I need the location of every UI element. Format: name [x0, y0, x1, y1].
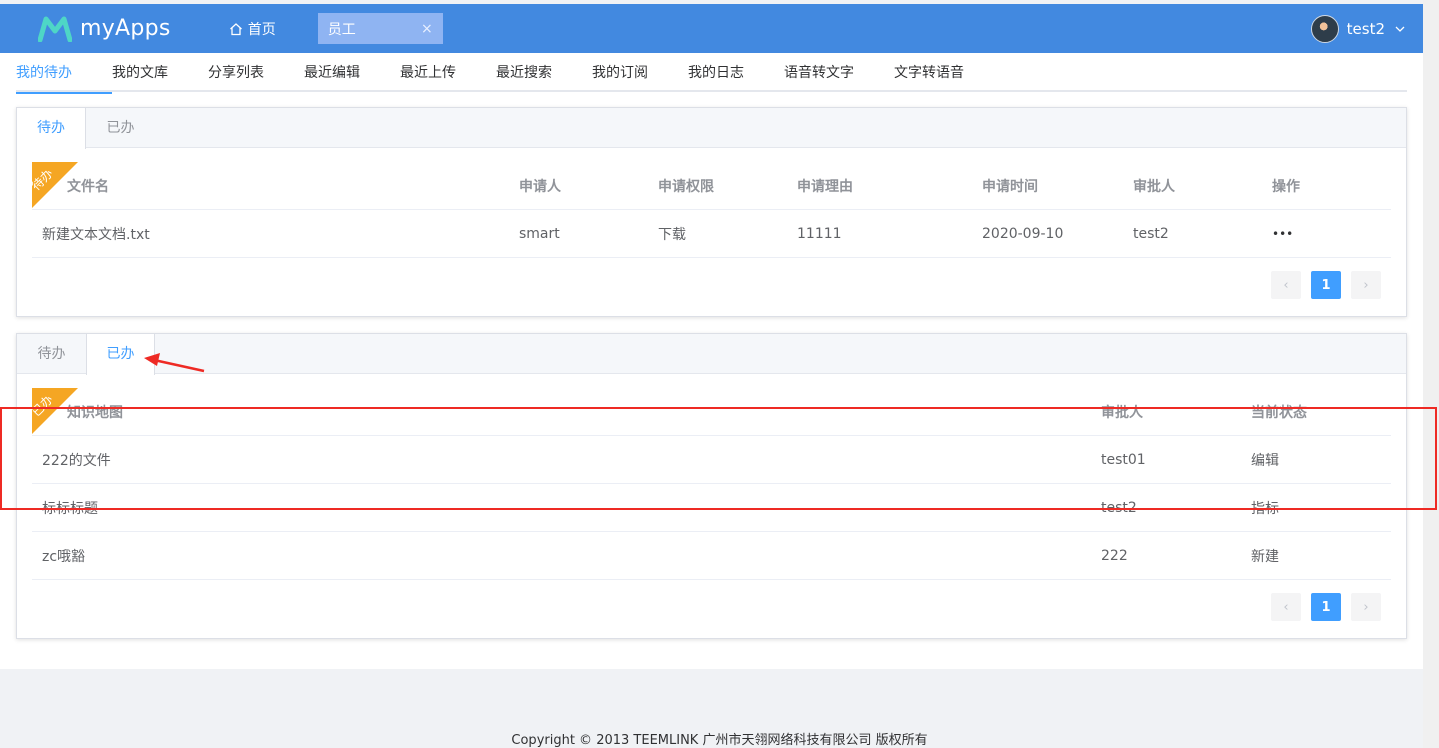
table-row[interactable]: 标标标题 test2 指标 [32, 484, 1391, 532]
app-name: myApps [80, 16, 171, 41]
cell-filename[interactable]: 新建文本文档.txt [32, 224, 509, 244]
user-name: test2 [1346, 19, 1385, 38]
done-card-tabs: 待办 已办 [17, 334, 1406, 375]
table-row[interactable]: 222的文件 test01 编辑 [32, 436, 1391, 484]
pending-ribbon: 待办 [32, 162, 78, 208]
cell-permission: 下载 [658, 226, 686, 243]
col-permission: 申请权限 [658, 178, 714, 195]
logo-m-icon [38, 16, 72, 42]
nav-recent-upload[interactable]: 最近上传 [400, 53, 496, 92]
prev-page-button[interactable]: ‹ [1271, 271, 1301, 299]
nav-my-log[interactable]: 我的日志 [688, 53, 784, 92]
col-status: 当前状态 [1251, 404, 1307, 421]
col-knowledge-map: 知识地图 [67, 404, 123, 421]
cell-status: 新建 [1251, 548, 1279, 565]
copyright-footer: Copyright © 2013 TEEMLINK 广州市天翎网络科技有限公司 … [511, 733, 928, 748]
nav-my-library[interactable]: 我的文库 [112, 53, 208, 92]
open-tab-employee[interactable]: 员工 × [317, 13, 443, 44]
main-content: 我的待办 我的文库 分享列表 最近编辑 最近上传 最近搜索 我的订阅 我的日志 … [0, 53, 1423, 669]
avatar [1310, 14, 1339, 43]
col-filename: 文件名 [67, 178, 109, 195]
nav-my-todo[interactable]: 我的待办 [16, 53, 112, 94]
cell-approver: 222 [1101, 547, 1128, 564]
col-approver: 审批人 [1133, 178, 1175, 195]
tab-pending[interactable]: 待办 [17, 334, 86, 374]
home-label: 首页 [247, 21, 276, 38]
col-approver: 审批人 [1101, 404, 1143, 421]
tab-pending[interactable]: 待办 [17, 108, 86, 149]
sub-nav: 我的待办 我的文库 分享列表 最近编辑 最近上传 最近搜索 我的订阅 我的日志 … [16, 53, 1407, 94]
col-applicant: 申请人 [519, 178, 561, 195]
next-page-button[interactable]: › [1351, 593, 1381, 621]
pending-card-tabs: 待办 已办 [17, 108, 1406, 149]
page-scrollbar[interactable] [1423, 0, 1439, 748]
chevron-down-icon [1395, 26, 1405, 32]
cell-applicant: smart [519, 225, 560, 242]
nav-share-list[interactable]: 分享列表 [208, 53, 304, 92]
col-actions: 操作 [1272, 178, 1300, 195]
pending-pagination: ‹ 1 › [1271, 271, 1381, 299]
col-time: 申请时间 [982, 178, 1038, 195]
cell-knowledge-map[interactable]: 标标标题 [32, 498, 1091, 518]
page-1-button[interactable]: 1 [1311, 271, 1341, 299]
top-header: myApps 首页 员工 × test2 [0, 4, 1423, 53]
cell-reason: 11111 [797, 225, 842, 242]
cell-approver: test2 [1101, 499, 1137, 516]
tab-done[interactable]: 已办 [86, 334, 155, 375]
done-ribbon: 已办 [32, 388, 78, 434]
pending-card: 待办 已办 待办 文件名 申请人 申请权限 申请理由 申请时间 审批人 操作 新… [16, 107, 1407, 317]
table-header: 知识地图 审批人 当前状态 [32, 374, 1391, 436]
nav-recent-edit[interactable]: 最近编辑 [304, 53, 400, 92]
cell-status: 编辑 [1251, 452, 1279, 469]
prev-page-button[interactable]: ‹ [1271, 593, 1301, 621]
nav-recent-search[interactable]: 最近搜索 [496, 53, 592, 92]
tab-done[interactable]: 已办 [86, 108, 155, 148]
cell-time: 2020-09-10 [982, 225, 1064, 242]
pending-table: 待办 文件名 申请人 申请权限 申请理由 申请时间 审批人 操作 新建文本文档.… [32, 148, 1391, 258]
done-pagination: ‹ 1 › [1271, 593, 1381, 621]
done-card: 待办 已办 已办 知识地图 审批人 当前状态 222的文件 test01 编辑 … [16, 333, 1407, 639]
next-page-button[interactable]: › [1351, 271, 1381, 299]
cell-approver: test01 [1101, 451, 1146, 468]
ribbon-label: 待办 [32, 166, 56, 194]
cell-approver: test2 [1133, 225, 1169, 242]
table-row[interactable]: 新建文本文档.txt smart 下载 11111 2020-09-10 tes… [32, 210, 1391, 258]
table-row[interactable]: zc哦豁 222 新建 [32, 532, 1391, 580]
ribbon-label: 已办 [32, 392, 56, 420]
cell-knowledge-map[interactable]: zc哦豁 [32, 546, 1091, 566]
app-logo[interactable]: myApps [38, 16, 171, 42]
nav-my-subscription[interactable]: 我的订阅 [592, 53, 688, 92]
nav-speech-to-text[interactable]: 语音转文字 [784, 53, 894, 92]
page-1-button[interactable]: 1 [1311, 593, 1341, 621]
cell-knowledge-map[interactable]: 222的文件 [32, 450, 1091, 470]
open-tab-label: 员工 [327, 21, 356, 38]
user-menu[interactable]: test2 [1310, 4, 1405, 53]
col-reason: 申请理由 [797, 178, 853, 195]
table-header: 文件名 申请人 申请权限 申请理由 申请时间 审批人 操作 [32, 148, 1391, 210]
home-icon [229, 22, 242, 35]
nav-text-to-speech[interactable]: 文字转语音 [894, 53, 1004, 92]
home-link[interactable]: 首页 [229, 19, 276, 39]
more-actions-icon[interactable]: ••• [1262, 227, 1293, 241]
done-table: 已办 知识地图 审批人 当前状态 222的文件 test01 编辑 标标标题 t… [32, 374, 1391, 580]
close-icon[interactable]: × [421, 21, 433, 37]
cell-status: 指标 [1251, 500, 1279, 517]
